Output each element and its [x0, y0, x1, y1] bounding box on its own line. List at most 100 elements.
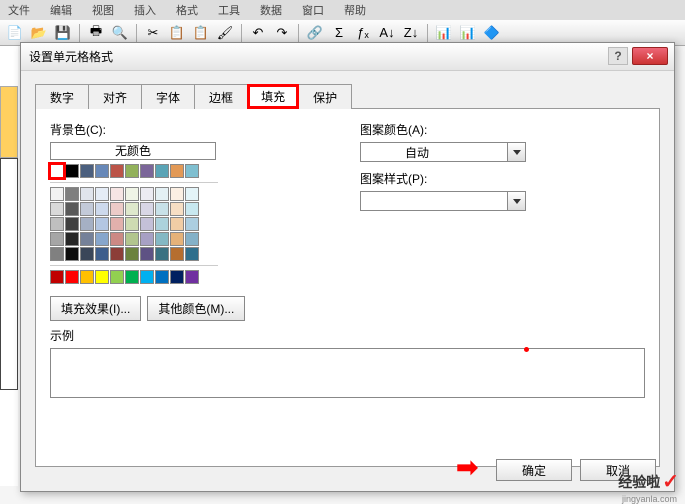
color-swatch[interactable] — [155, 270, 169, 284]
close-button[interactable]: × — [632, 47, 668, 65]
color-swatch[interactable] — [50, 217, 64, 231]
color-swatch[interactable] — [125, 187, 139, 201]
color-swatch[interactable] — [95, 247, 109, 261]
menu-view[interactable]: 视图 — [92, 2, 114, 18]
menu-window[interactable]: 窗口 — [302, 2, 324, 18]
color-swatch[interactable] — [80, 270, 94, 284]
color-swatch[interactable] — [155, 247, 169, 261]
color-swatch[interactable] — [50, 202, 64, 216]
color-swatch[interactable] — [170, 164, 184, 178]
preview-icon[interactable]: 🔍 — [109, 23, 131, 43]
menu-data[interactable]: 数据 — [260, 2, 282, 18]
tab-alignment[interactable]: 对齐 — [88, 84, 142, 109]
color-swatch[interactable] — [125, 164, 139, 178]
color-swatch[interactable] — [140, 164, 154, 178]
color-swatch[interactable] — [155, 232, 169, 246]
color-swatch[interactable] — [80, 217, 94, 231]
sum-icon[interactable]: Σ — [328, 23, 350, 43]
color-swatch[interactable] — [65, 164, 79, 178]
color-swatch[interactable] — [80, 164, 94, 178]
color-swatch[interactable] — [170, 202, 184, 216]
redo-icon[interactable]: ↷ — [271, 23, 293, 43]
color-swatch[interactable] — [50, 232, 64, 246]
color-swatch[interactable] — [95, 217, 109, 231]
color-swatch[interactable] — [110, 202, 124, 216]
color-swatch[interactable] — [170, 270, 184, 284]
no-color-button[interactable]: 无颜色 — [50, 142, 216, 160]
color-swatch[interactable] — [110, 164, 124, 178]
cut-icon[interactable]: ✂ — [142, 23, 164, 43]
color-swatch[interactable] — [185, 247, 199, 261]
color-swatch[interactable] — [50, 270, 64, 284]
ok-button[interactable]: 确定 — [496, 459, 572, 481]
paste-icon[interactable]: 📋 — [190, 23, 212, 43]
color-swatch[interactable] — [65, 232, 79, 246]
color-swatch[interactable] — [110, 247, 124, 261]
color-swatch[interactable] — [110, 270, 124, 284]
color-swatch[interactable] — [110, 187, 124, 201]
color-swatch[interactable] — [155, 202, 169, 216]
pattern-color-dropdown[interactable]: 自动 — [360, 142, 526, 162]
color-swatch[interactable] — [140, 202, 154, 216]
color-swatch[interactable] — [140, 232, 154, 246]
color-swatch[interactable] — [125, 247, 139, 261]
save-icon[interactable]: 💾 — [52, 23, 74, 43]
new-icon[interactable]: 📄 — [4, 23, 26, 43]
color-swatch[interactable] — [185, 217, 199, 231]
dialog-titlebar[interactable]: 设置单元格格式 ? × — [21, 43, 674, 71]
color-swatch[interactable] — [185, 164, 199, 178]
print-icon[interactable]: 🖶 — [85, 23, 107, 43]
color-swatch[interactable] — [155, 164, 169, 178]
color-swatch[interactable] — [185, 187, 199, 201]
link-icon[interactable]: 🔗 — [304, 23, 326, 43]
color-swatch[interactable] — [50, 187, 64, 201]
color-swatch[interactable] — [125, 270, 139, 284]
color-swatch[interactable] — [95, 187, 109, 201]
color-swatch[interactable] — [110, 232, 124, 246]
color-swatch[interactable] — [80, 232, 94, 246]
color-swatch[interactable] — [125, 217, 139, 231]
help-button[interactable]: ? — [608, 47, 628, 65]
color-swatch[interactable] — [140, 187, 154, 201]
pattern-style-dropdown[interactable] — [360, 191, 526, 211]
color-swatch[interactable] — [155, 217, 169, 231]
chart-icon[interactable]: 📊 — [433, 23, 455, 43]
cancel-button[interactable]: 取消 — [580, 459, 656, 481]
color-swatch[interactable] — [80, 202, 94, 216]
format-painter-icon[interactable]: 🖌 — [214, 23, 236, 43]
open-icon[interactable]: 📂 — [28, 23, 50, 43]
fx-icon[interactable]: ƒₓ — [352, 23, 374, 43]
color-swatch[interactable] — [95, 202, 109, 216]
color-swatch[interactable] — [155, 187, 169, 201]
color-swatch[interactable] — [170, 187, 184, 201]
copy-icon[interactable]: 📋 — [166, 23, 188, 43]
color-swatch[interactable] — [170, 232, 184, 246]
color-swatch[interactable] — [65, 202, 79, 216]
color-swatch[interactable] — [80, 187, 94, 201]
menu-format[interactable]: 格式 — [176, 2, 198, 18]
color-swatch[interactable] — [125, 202, 139, 216]
menu-file[interactable]: 文件 — [8, 2, 30, 18]
color-swatch[interactable] — [140, 270, 154, 284]
tab-number[interactable]: 数字 — [35, 84, 89, 109]
color-swatch[interactable] — [50, 247, 64, 261]
menu-insert[interactable]: 插入 — [134, 2, 156, 18]
color-swatch[interactable] — [95, 232, 109, 246]
color-swatch[interactable] — [140, 217, 154, 231]
color-swatch[interactable] — [170, 217, 184, 231]
menu-help[interactable]: 帮助 — [344, 2, 366, 18]
color-swatch[interactable] — [170, 247, 184, 261]
color-swatch[interactable] — [110, 217, 124, 231]
more-colors-button[interactable]: 其他颜色(M)... — [147, 296, 245, 321]
shape-icon[interactable]: 🔷 — [481, 23, 503, 43]
tab-protection[interactable]: 保护 — [298, 84, 352, 109]
tab-fill[interactable]: 填充 — [247, 84, 299, 109]
menu-edit[interactable]: 编辑 — [50, 2, 72, 18]
sort-asc-icon[interactable]: A↓ — [376, 23, 398, 43]
color-swatch[interactable] — [95, 270, 109, 284]
color-swatch[interactable] — [65, 247, 79, 261]
color-swatch[interactable] — [65, 270, 79, 284]
color-swatch[interactable] — [185, 270, 199, 284]
chart2-icon[interactable]: 📊 — [457, 23, 479, 43]
color-swatch[interactable] — [65, 217, 79, 231]
